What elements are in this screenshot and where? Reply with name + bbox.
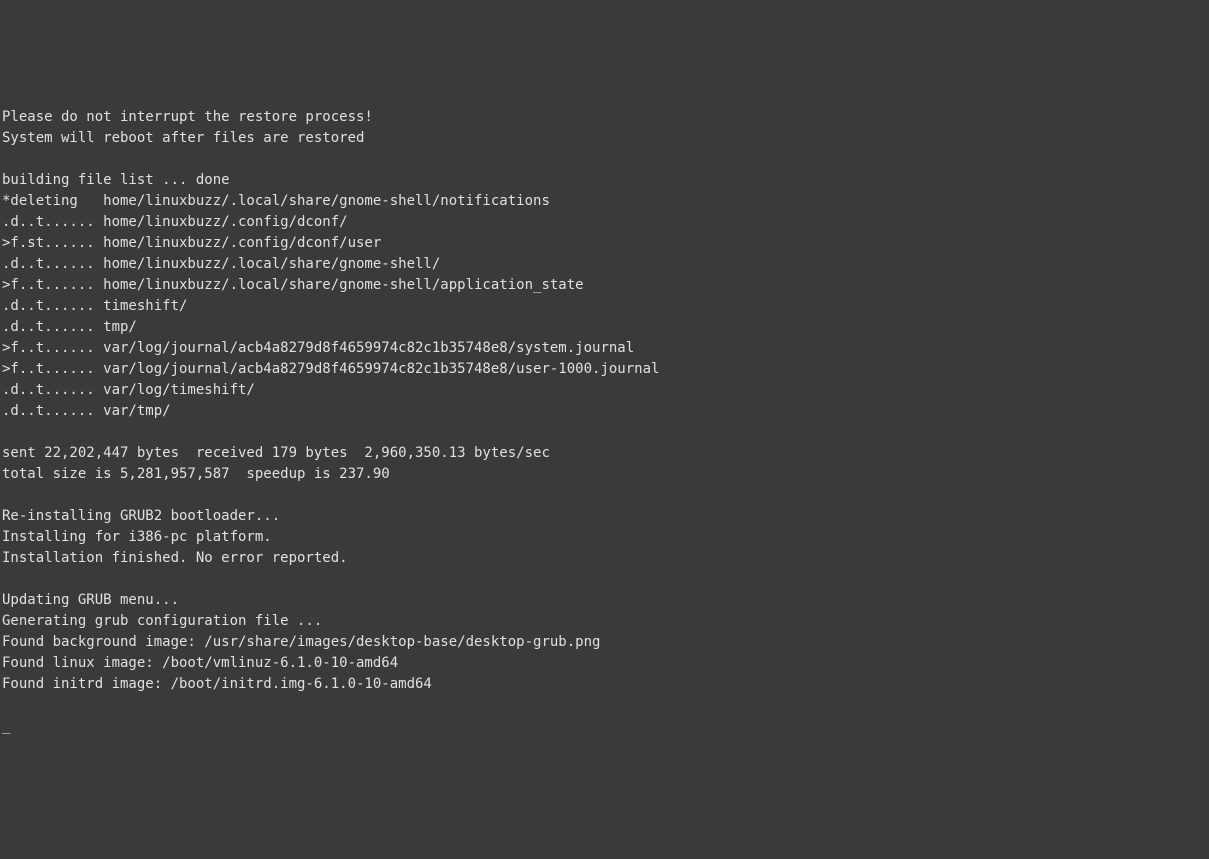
terminal-output: Please do not interrupt the restore proc… <box>2 86 1207 737</box>
terminal-line: Updating GRUB menu... <box>2 592 179 608</box>
terminal-line: Installing for i386-pc platform. <box>2 529 272 545</box>
terminal-line: sent 22,202,447 bytes received 179 bytes… <box>2 445 550 461</box>
terminal-line: total size is 5,281,957,587 speedup is 2… <box>2 466 390 482</box>
terminal-line: Found initrd image: /boot/initrd.img-6.1… <box>2 676 432 692</box>
terminal-line: .d..t...... var/log/timeshift/ <box>2 382 255 398</box>
terminal-line: Installation finished. No error reported… <box>2 550 348 566</box>
terminal-line: building file list ... done <box>2 172 230 188</box>
terminal-line: .d..t...... timeshift/ <box>2 298 187 314</box>
terminal-line: >f..t...... var/log/journal/acb4a8279d8f… <box>2 361 659 377</box>
terminal-line: *deleting home/linuxbuzz/.local/share/gn… <box>2 193 550 209</box>
terminal-line: .d..t...... home/linuxbuzz/.config/dconf… <box>2 214 348 230</box>
terminal-line: Please do not interrupt the restore proc… <box>2 109 373 125</box>
terminal-line: Found background image: /usr/share/image… <box>2 634 600 650</box>
terminal-line: >f.st...... home/linuxbuzz/.config/dconf… <box>2 235 381 251</box>
terminal-line: .d..t...... home/linuxbuzz/.local/share/… <box>2 256 440 272</box>
terminal-line: Found linux image: /boot/vmlinuz-6.1.0-1… <box>2 655 398 671</box>
terminal-line: Re-installing GRUB2 bootloader... <box>2 508 280 524</box>
terminal-line: .d..t...... var/tmp/ <box>2 403 171 419</box>
terminal-line: System will reboot after files are resto… <box>2 130 364 146</box>
terminal-line: >f..t...... home/linuxbuzz/.local/share/… <box>2 277 584 293</box>
terminal-cursor: _ <box>2 716 10 737</box>
terminal-line: >f..t...... var/log/journal/acb4a8279d8f… <box>2 340 634 356</box>
terminal-line: Generating grub configuration file ... <box>2 613 322 629</box>
terminal-line: .d..t...... tmp/ <box>2 319 137 335</box>
